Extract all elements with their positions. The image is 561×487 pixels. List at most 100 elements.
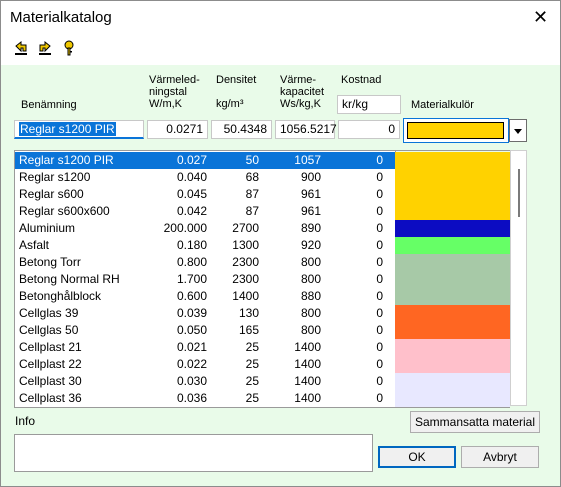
- conductivity-cell: 0.050: [176, 323, 207, 337]
- material-color-swatch: [395, 288, 510, 305]
- heat-capacity-cell: 1057: [294, 153, 321, 167]
- heat-capacity-cell: 800: [300, 255, 321, 269]
- material-row[interactable]: Reglar s1200 PIR 0.027 50 1057 0: [15, 152, 395, 169]
- conductivity-input[interactable]: 0.0271: [147, 120, 208, 139]
- name-input[interactable]: Reglar s1200 PIR: [14, 120, 144, 139]
- density-cell: 25: [245, 357, 259, 371]
- undo-arrow-icon[interactable]: [13, 40, 29, 56]
- density-cell: 1300: [232, 238, 259, 252]
- header-cost: Kostnad: [341, 74, 382, 86]
- help-key-icon[interactable]: [61, 40, 77, 56]
- material-row[interactable]: Reglar s600 0.045 87 961 0: [15, 186, 395, 203]
- selected-color-swatch: [407, 122, 504, 139]
- material-row[interactable]: Cellplast 30 0.030 25 1400 0: [15, 373, 395, 390]
- conductivity-cell: 200.000: [163, 221, 207, 235]
- density-cell: 2700: [232, 221, 259, 235]
- heat-capacity-cell: 800: [300, 306, 321, 320]
- density-cell: 87: [245, 204, 259, 218]
- cost-input[interactable]: 0: [338, 120, 400, 139]
- material-row[interactable]: Betong Normal RH 1.700 2300 800 0: [15, 271, 395, 288]
- list-scrollbar[interactable]: [510, 150, 527, 406]
- conductivity-cell: 0.027: [176, 153, 207, 167]
- dialog-content: Benämning Värmeled- ningstal W/m,K Densi…: [1, 65, 560, 486]
- material-name-cell: Betong Normal RH: [19, 272, 120, 286]
- density-cell: 87: [245, 187, 259, 201]
- material-row[interactable]: Cellplast 21 0.021 25 1400 0: [15, 339, 395, 356]
- header-name: Benämning: [21, 99, 77, 111]
- density-cell: 2300: [232, 255, 259, 269]
- material-color-swatch: [395, 271, 510, 288]
- material-color-swatch: [395, 169, 510, 186]
- cost-cell: 0: [376, 187, 383, 201]
- heat-capacity-cell: 800: [300, 323, 321, 337]
- material-row[interactable]: Reglar s1200 0.040 68 900 0: [15, 169, 395, 186]
- cost-cell: 0: [376, 238, 383, 252]
- material-color-swatch: [395, 305, 510, 322]
- conductivity-cell: 0.021: [176, 340, 207, 354]
- material-row[interactable]: Betong Torr 0.800 2300 800 0: [15, 254, 395, 271]
- material-row[interactable]: Cellplast 36 0.036 25 1400 0: [15, 390, 395, 407]
- conductivity-cell: 0.040: [176, 170, 207, 184]
- material-name-cell: Betonghålblock: [19, 289, 102, 303]
- ok-button[interactable]: OK: [378, 446, 456, 468]
- material-color-swatch: [395, 373, 510, 390]
- material-row[interactable]: Cellglas 50 0.050 165 800 0: [15, 322, 395, 339]
- material-row[interactable]: Asfalt 0.180 1300 920 0: [15, 237, 395, 254]
- material-row[interactable]: Aluminium 200.000 2700 890 0: [15, 220, 395, 237]
- header-conductivity: Värmeled- ningstal W/m,K: [149, 74, 200, 110]
- material-name-cell: Cellplast 30: [19, 374, 82, 388]
- material-color-swatch: [395, 356, 510, 373]
- material-color-swatch: [395, 186, 510, 203]
- cost-cell: 0: [376, 204, 383, 218]
- composite-material-button[interactable]: Sammansatta material: [410, 411, 540, 433]
- material-row[interactable]: Cellglas 39 0.039 130 800 0: [15, 305, 395, 322]
- color-dropdown-button[interactable]: [509, 119, 527, 142]
- material-color-select[interactable]: [403, 118, 509, 143]
- material-color-column: [395, 150, 510, 408]
- conductivity-cell: 0.022: [176, 357, 207, 371]
- material-color-swatch: [395, 254, 510, 271]
- heat-capacity-cell: 1400: [294, 374, 321, 388]
- density-cell: 1400: [232, 289, 259, 303]
- heat-capacity-cell: 1400: [294, 391, 321, 405]
- material-color-swatch: [395, 237, 510, 254]
- header-heat-capacity: Värme- kapacitet Ws/kg,K: [280, 74, 325, 110]
- cost-unit-field: kr/kg: [337, 95, 401, 114]
- density-cell: 25: [245, 340, 259, 354]
- cost-cell: 0: [376, 340, 383, 354]
- density-cell: 2300: [232, 272, 259, 286]
- close-icon[interactable]: ✕: [533, 7, 548, 27]
- density-input[interactable]: 50.4348: [211, 120, 272, 139]
- cost-cell: 0: [376, 391, 383, 405]
- material-catalog-window: Materialkatalog ✕ Benämning Värmeled- ni…: [0, 0, 561, 487]
- material-name-cell: Reglar s600x600: [19, 204, 110, 218]
- density-cell: 25: [245, 391, 259, 405]
- info-box: [14, 434, 373, 472]
- cancel-button[interactable]: Avbryt: [461, 446, 539, 468]
- heat-capacity-cell: 1400: [294, 340, 321, 354]
- heat-capacity-input[interactable]: 1056.5217: [275, 120, 337, 139]
- material-color-swatch: [395, 339, 510, 356]
- cost-cell: 0: [376, 357, 383, 371]
- cost-cell: 0: [376, 306, 383, 320]
- redo-arrow-icon[interactable]: [37, 40, 53, 56]
- material-name-cell: Cellplast 21: [19, 340, 82, 354]
- material-name-cell: Cellplast 22: [19, 357, 82, 371]
- material-row[interactable]: Reglar s600x600 0.042 87 961 0: [15, 203, 395, 220]
- material-name-cell: Reglar s1200 PIR: [19, 153, 114, 167]
- header-density: Densitet: [216, 74, 257, 86]
- material-row[interactable]: Betonghålblock 0.600 1400 880 0: [15, 288, 395, 305]
- conductivity-cell: 1.700: [176, 272, 207, 286]
- cost-cell: 0: [376, 272, 383, 286]
- name-input-value: Reglar s1200 PIR: [19, 122, 116, 136]
- density-cell: 130: [238, 306, 259, 320]
- heat-capacity-cell: 961: [300, 204, 321, 218]
- material-color-swatch: [395, 203, 510, 220]
- scrollbar-thumb[interactable]: [518, 169, 520, 217]
- material-name-cell: Betong Torr: [19, 255, 81, 269]
- material-color-swatch: [395, 220, 510, 237]
- heat-capacity-cell: 961: [300, 187, 321, 201]
- material-list[interactable]: Reglar s1200 PIR 0.027 50 1057 0 Reglar s1200…: [14, 150, 396, 408]
- material-row[interactable]: Cellplast 22 0.022 25 1400 0: [15, 356, 395, 373]
- conductivity-cell: 0.042: [176, 204, 207, 218]
